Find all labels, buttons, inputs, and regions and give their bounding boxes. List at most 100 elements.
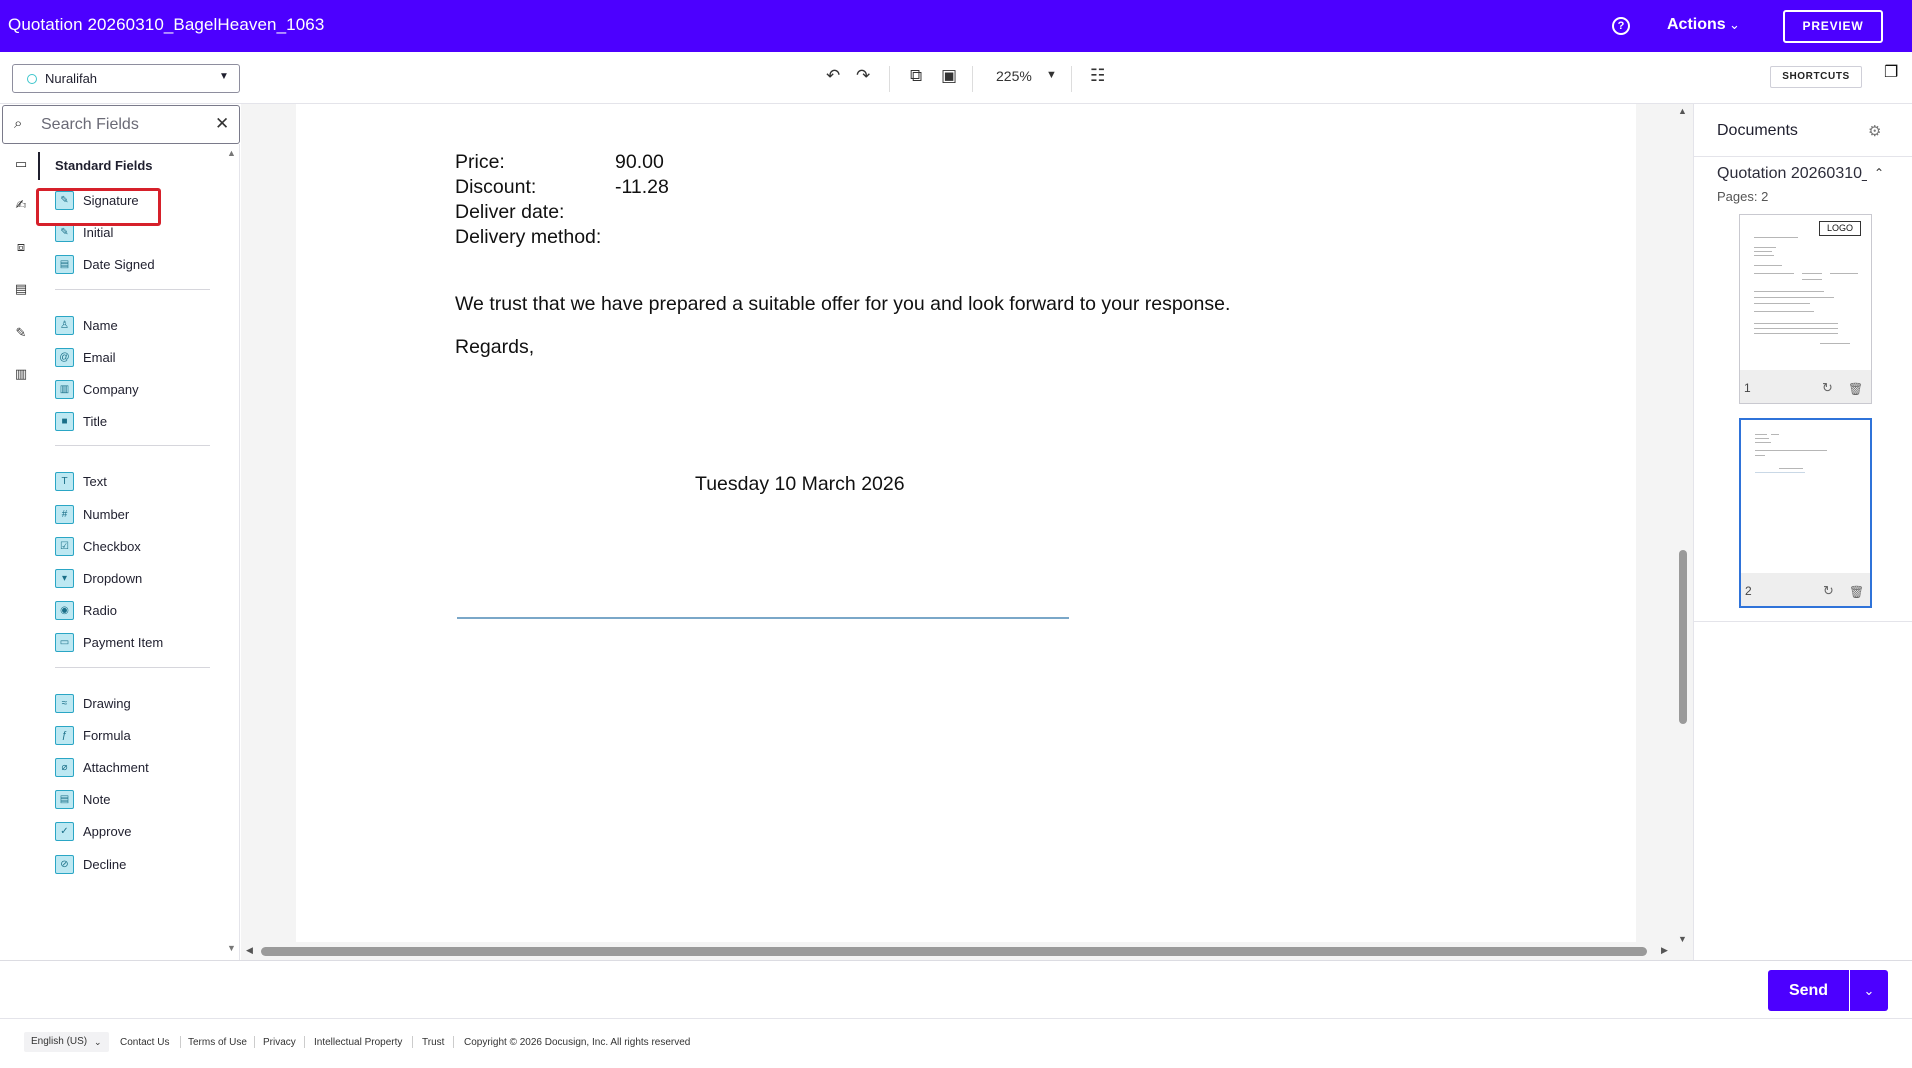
chevron-down-icon[interactable]: ⌄ bbox=[1729, 17, 1740, 33]
scroll-left-icon[interactable]: ◀ bbox=[246, 945, 253, 956]
field-label: Radio bbox=[83, 603, 117, 618]
footer-divider bbox=[412, 1036, 413, 1048]
thumbnail-line bbox=[1830, 273, 1858, 274]
documents-panel-toggle-icon[interactable]: ❐ bbox=[1884, 62, 1898, 82]
recipient-name: Nuralifah bbox=[45, 71, 98, 86]
field-label: Attachment bbox=[83, 760, 149, 775]
scroll-up-icon[interactable]: ▲ bbox=[1678, 106, 1687, 116]
field-radio[interactable]: ◉ Radio bbox=[55, 600, 195, 622]
redo-icon[interactable]: ↷ bbox=[856, 66, 870, 86]
field-checkbox[interactable]: ☑ Checkbox bbox=[55, 536, 195, 558]
field-attachment[interactable]: ⌀ Attachment bbox=[55, 757, 195, 779]
language-selector[interactable]: English (US) ⌄ bbox=[24, 1032, 109, 1052]
number-icon: # bbox=[55, 505, 74, 524]
thumbnail-line bbox=[1755, 438, 1769, 439]
scroll-up-icon[interactable]: ▲ bbox=[227, 148, 236, 158]
field-company[interactable]: ▥ Company bbox=[55, 379, 195, 401]
top-bar: Quotation 20260310_BagelHeaven_1063 ? Ac… bbox=[0, 0, 1912, 52]
radio-icon: ◉ bbox=[55, 601, 74, 620]
actions-menu-button[interactable]: Actions bbox=[1667, 16, 1726, 34]
field-decline[interactable]: ⊘ Decline bbox=[55, 854, 195, 876]
field-name[interactable]: ♙ Name bbox=[55, 315, 195, 337]
thumbnail-line bbox=[1755, 450, 1827, 451]
field-label: Name bbox=[83, 318, 118, 333]
copy-icon[interactable]: ⧉ bbox=[910, 66, 922, 86]
field-label: Note bbox=[83, 792, 111, 807]
send-options-chevron-icon[interactable]: ⌄ bbox=[1850, 970, 1888, 1011]
field-payment-item[interactable]: ▭ Payment Item bbox=[55, 632, 195, 654]
footer-divider bbox=[453, 1036, 454, 1048]
text-icon: T bbox=[55, 472, 74, 491]
footer-link-ip[interactable]: Intellectual Property bbox=[314, 1037, 402, 1048]
field-dropdown[interactable]: ▾ Dropdown bbox=[55, 568, 195, 590]
footer-link-contact[interactable]: Contact Us bbox=[120, 1037, 169, 1048]
pencil-icon[interactable]: ✎ bbox=[12, 325, 30, 343]
scroll-down-icon[interactable]: ▼ bbox=[1678, 934, 1687, 944]
field-label: Number bbox=[83, 507, 130, 522]
horizontal-scroll-thumb[interactable] bbox=[261, 947, 1647, 956]
vertical-scroll-thumb[interactable] bbox=[1679, 550, 1687, 724]
bottom-action-bar: Send ⌄ bbox=[0, 960, 1912, 1018]
discount-label: Discount: bbox=[455, 176, 537, 198]
search-fields-input[interactable] bbox=[41, 114, 211, 136]
thumbnail-line bbox=[1771, 434, 1779, 435]
caret-down-icon: ▼ bbox=[219, 71, 229, 82]
scroll-down-icon[interactable]: ▼ bbox=[227, 943, 236, 953]
close-icon[interactable]: ✕ bbox=[215, 114, 229, 134]
documents-heading: Documents bbox=[1717, 122, 1798, 139]
thumbnail-line bbox=[1755, 434, 1767, 435]
document-page[interactable]: Price: 90.00 Discount: -11.28 Deliver da… bbox=[296, 104, 1636, 944]
preview-button[interactable]: PREVIEW bbox=[1783, 10, 1883, 43]
send-button[interactable]: Send bbox=[1768, 970, 1849, 1011]
field-email[interactable]: @ Email bbox=[55, 347, 195, 369]
thumbnail-line bbox=[1754, 251, 1772, 252]
regards-text: Regards, bbox=[455, 336, 535, 358]
rotate-icon[interactable]: ↻ bbox=[1822, 380, 1833, 396]
field-title[interactable]: ■ Title bbox=[55, 411, 195, 433]
footer-link-trust[interactable]: Trust bbox=[422, 1037, 444, 1048]
field-approve[interactable]: ✓ Approve bbox=[55, 821, 195, 843]
field-label: Text bbox=[83, 474, 107, 489]
trash-icon[interactable]: 🗑 bbox=[1849, 585, 1864, 599]
document-canvas[interactable]: Price: 90.00 Discount: -11.28 Deliver da… bbox=[241, 104, 1693, 960]
field-drawing[interactable]: ≈ Drawing bbox=[55, 693, 195, 715]
recipient-selector[interactable]: Nuralifah ▼ bbox=[12, 64, 240, 93]
stamps-icon[interactable]: ⧈ bbox=[12, 239, 30, 257]
chevron-up-icon[interactable]: ⌃ bbox=[1874, 166, 1884, 180]
field-number[interactable]: # Number bbox=[55, 504, 195, 526]
signature-line bbox=[457, 617, 1069, 619]
standard-fields-icon[interactable]: ▭ bbox=[12, 156, 30, 174]
field-note[interactable]: ▤ Note bbox=[55, 789, 195, 811]
zoom-level[interactable]: 225% bbox=[996, 68, 1032, 84]
thumbnail-line bbox=[1755, 455, 1765, 456]
horizontal-scrollbar[interactable]: ◀ ▶ bbox=[241, 942, 1674, 960]
field-label: Company bbox=[83, 382, 139, 397]
field-text[interactable]: T Text bbox=[55, 471, 195, 493]
shortcuts-button[interactable]: SHORTCUTS bbox=[1770, 66, 1862, 88]
help-icon[interactable]: ? bbox=[1612, 17, 1630, 35]
footer-link-privacy[interactable]: Privacy bbox=[263, 1037, 296, 1048]
closing-paragraph: We trust that we have prepared a suitabl… bbox=[455, 293, 1231, 315]
field-formula[interactable]: ƒ Formula bbox=[55, 725, 195, 747]
date-signed-field[interactable]: Tuesday 10 March 2026 bbox=[695, 473, 905, 496]
editor-toolbar: Nuralifah ▼ ↶ ↷ ⧉ ▣ 225% ▼ ☷ SHORTCUTS ❐ bbox=[0, 52, 1912, 104]
page-thumbnail-1[interactable]: LOGO 1 ↻ 🗑 bbox=[1739, 214, 1872, 404]
library-icon[interactable]: ▥ bbox=[12, 366, 30, 384]
footer-link-terms[interactable]: Terms of Use bbox=[188, 1037, 247, 1048]
scroll-right-icon[interactable]: ▶ bbox=[1661, 945, 1668, 956]
rotate-icon[interactable]: ↻ bbox=[1823, 583, 1834, 599]
comments-icon[interactable]: ☷ bbox=[1090, 66, 1105, 86]
trash-icon[interactable]: 🗑 bbox=[1848, 382, 1863, 396]
zoom-caret-icon[interactable]: ▼ bbox=[1046, 69, 1057, 81]
field-date-signed[interactable]: ▤ Date Signed bbox=[55, 254, 195, 276]
undo-icon[interactable]: ↶ bbox=[826, 66, 840, 86]
document-name[interactable]: Quotation 20260310_BagelHeaven_1063 bbox=[1717, 165, 1867, 183]
vertical-scrollbar[interactable]: ▲ ▼ bbox=[1674, 104, 1693, 954]
thumbnail-line bbox=[1779, 468, 1803, 469]
toolbar-divider bbox=[1071, 66, 1072, 92]
form-icon[interactable]: ▤ bbox=[12, 281, 30, 299]
signature-tools-icon[interactable]: ✍ bbox=[12, 197, 30, 215]
paste-icon[interactable]: ▣ bbox=[941, 66, 957, 86]
gear-icon[interactable]: ⚙ bbox=[1868, 122, 1881, 140]
page-thumbnail-2[interactable]: 2 ↻ 🗑 bbox=[1739, 418, 1872, 608]
